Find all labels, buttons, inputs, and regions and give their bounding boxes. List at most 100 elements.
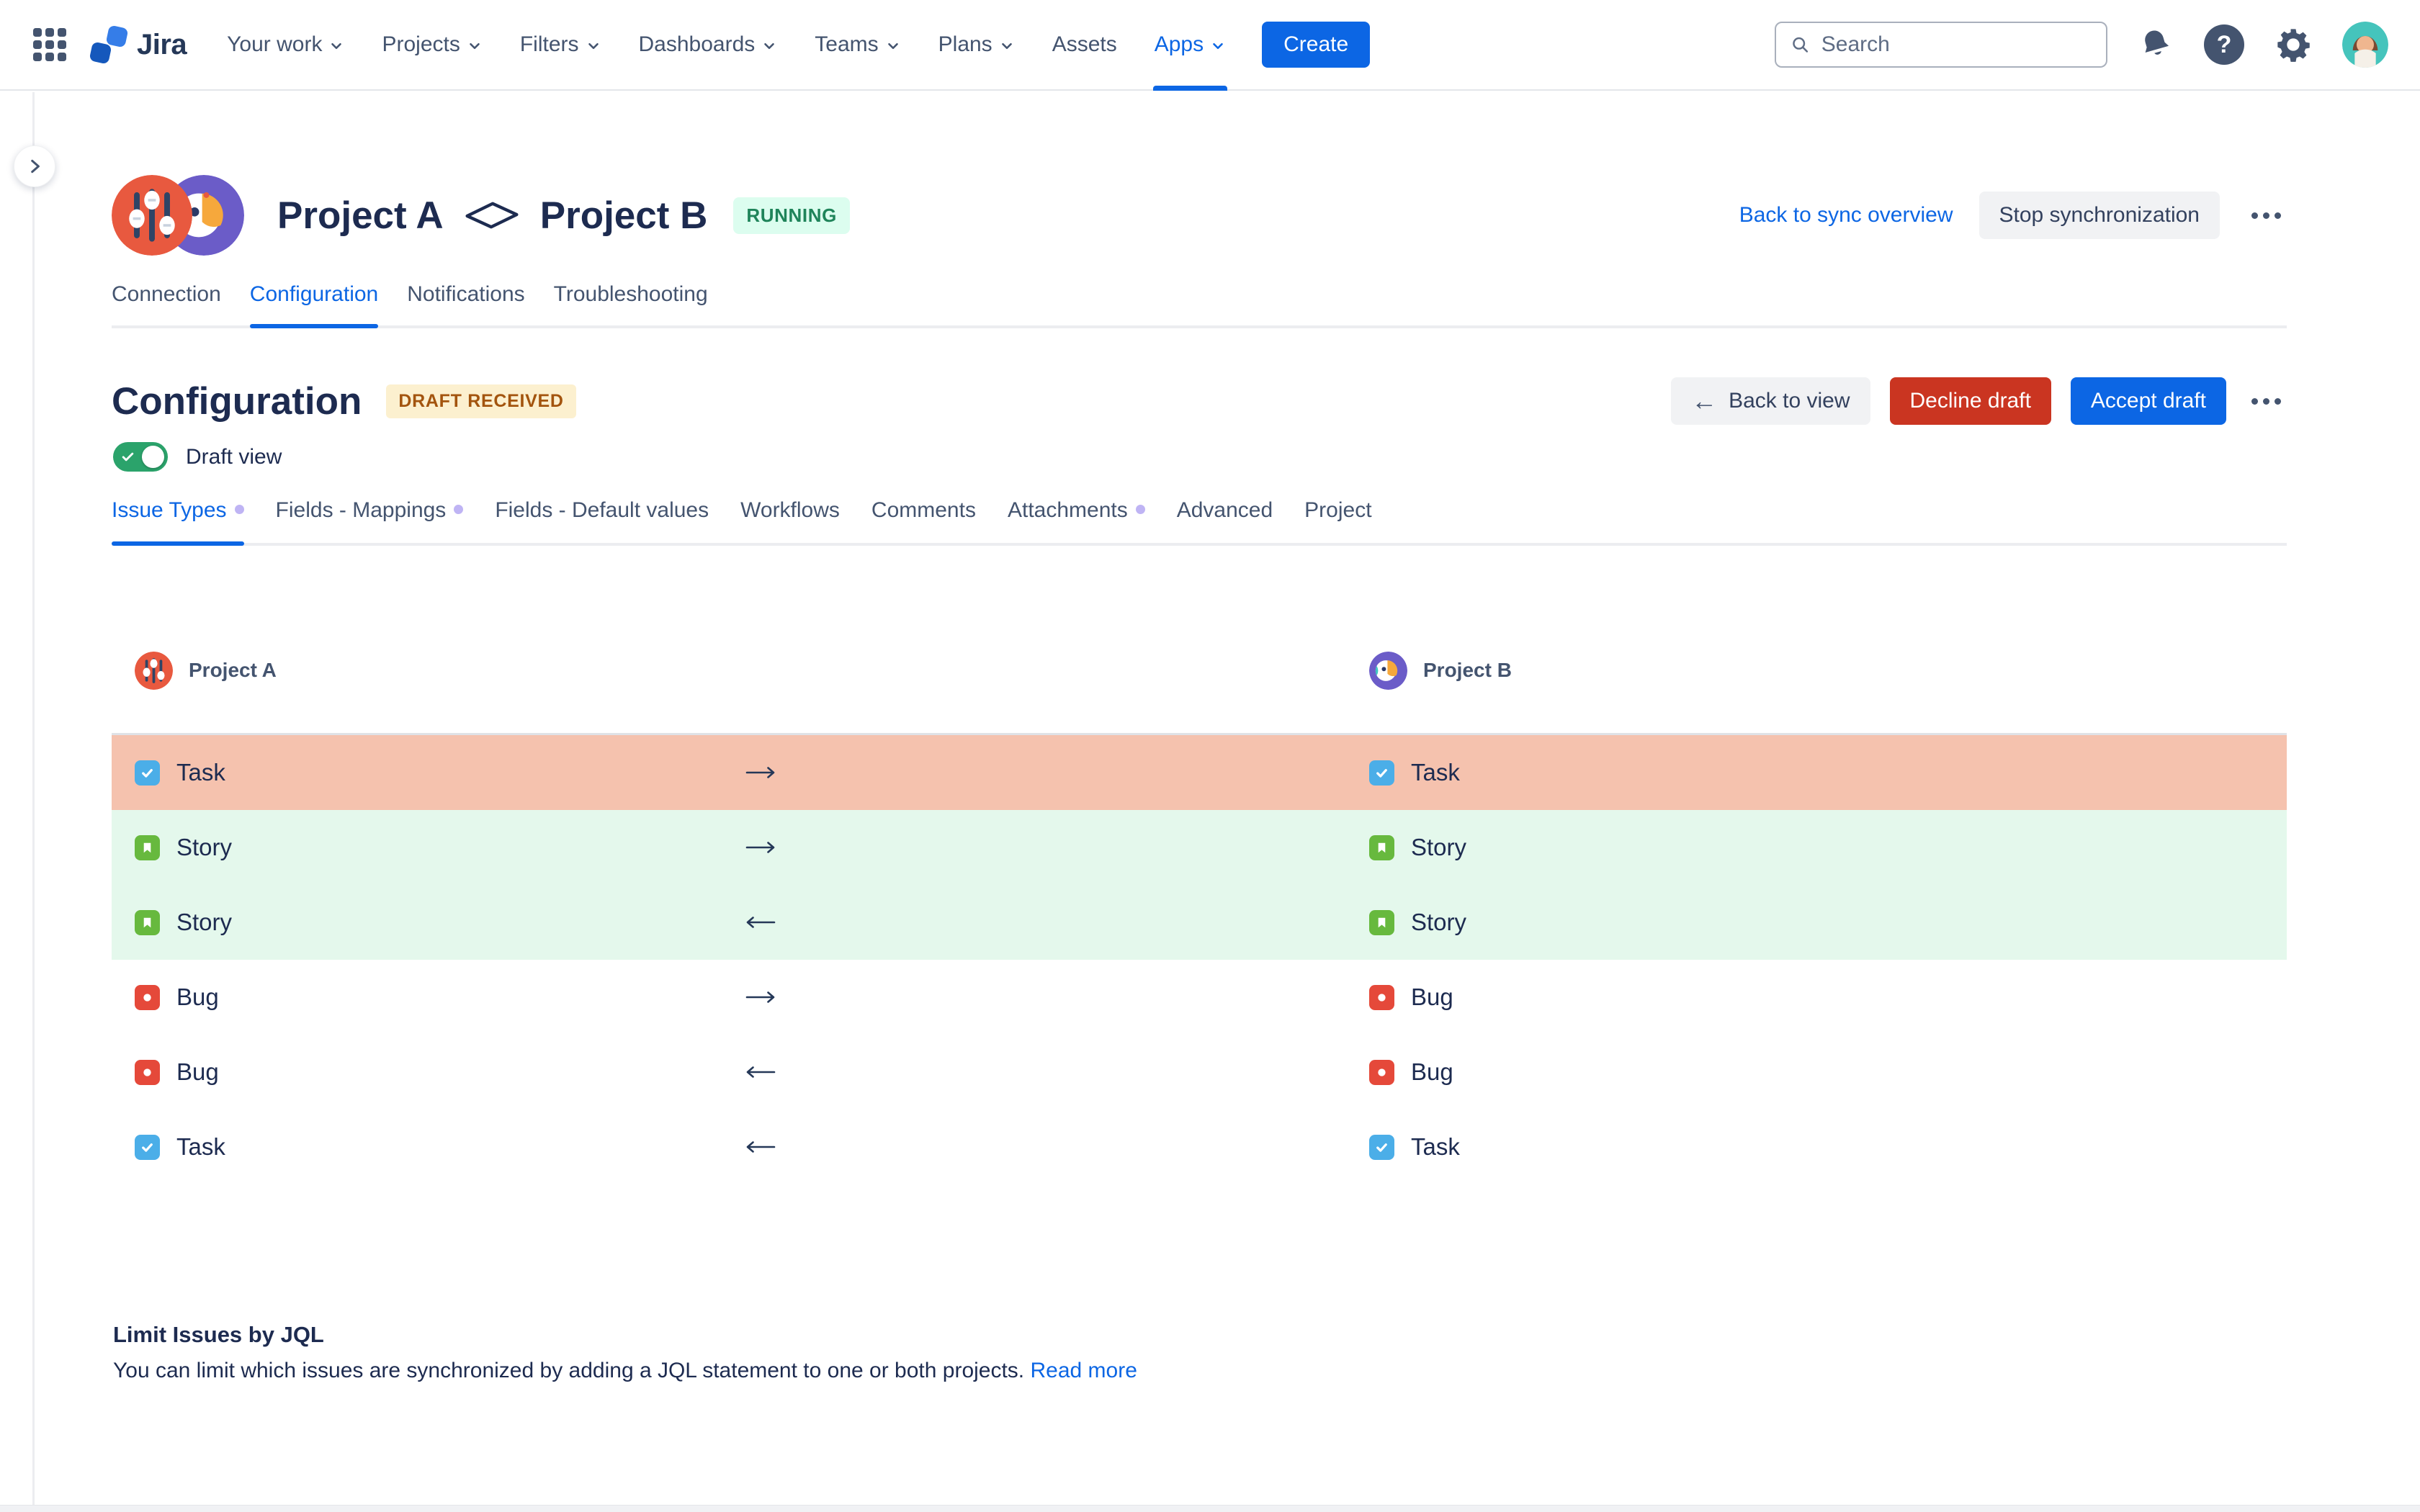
back-to-view-label: Back to view bbox=[1729, 389, 1850, 413]
mapping-row-story-3: StoryStory bbox=[112, 885, 2287, 960]
nav-right-group: ? bbox=[1775, 22, 2388, 68]
app-switcher-icon[interactable] bbox=[33, 28, 66, 61]
accept-draft-button[interactable]: Accept draft bbox=[2071, 377, 2226, 425]
back-to-view-button[interactable]: ← Back to view bbox=[1671, 377, 1870, 425]
jql-body-text: You can limit which issues are synchroni… bbox=[113, 1359, 1024, 1382]
read-more-link[interactable]: Read more bbox=[1031, 1359, 1137, 1382]
stop-synchronization-button[interactable]: Stop synchronization bbox=[1979, 192, 2220, 239]
nav-item-assets[interactable]: Assets bbox=[1052, 0, 1117, 89]
tab-label: Configuration bbox=[250, 282, 378, 307]
bell-icon bbox=[2133, 22, 2178, 67]
tab-advanced[interactable]: Advanced bbox=[1177, 498, 1273, 543]
sync-direction-arrow-icon bbox=[744, 1063, 777, 1081]
project-avatar-pair bbox=[112, 171, 247, 259]
nav-item-label: Teams bbox=[815, 32, 878, 57]
nav-item-dashboards[interactable]: Dashboards bbox=[639, 0, 778, 89]
right-issue-type-cell: Bug bbox=[1369, 960, 1453, 1035]
jql-section: Limit Issues by JQL You can limit which … bbox=[113, 1322, 2287, 1383]
bug-icon bbox=[135, 985, 160, 1010]
search-box[interactable] bbox=[1775, 22, 2107, 68]
mapping-row-bug-5: BugBug bbox=[112, 1035, 2287, 1110]
project-a-avatar-small bbox=[135, 652, 173, 690]
tab-label: Notifications bbox=[407, 282, 524, 307]
task-icon bbox=[1369, 760, 1394, 786]
bug-icon bbox=[1369, 985, 1394, 1010]
page-title: Project A Project B bbox=[277, 194, 707, 238]
nav-item-plans[interactable]: Plans bbox=[938, 0, 1015, 89]
back-to-sync-overview-link[interactable]: Back to sync overview bbox=[1739, 203, 1953, 228]
tab-label: Issue Types bbox=[112, 498, 227, 523]
tab-fields-default-values[interactable]: Fields - Default values bbox=[495, 498, 709, 543]
project-b-avatar-small bbox=[1369, 652, 1407, 690]
draft-more-menu-button[interactable] bbox=[2246, 388, 2287, 415]
left-arrow-icon: ← bbox=[1691, 388, 1717, 414]
task-icon bbox=[135, 1135, 160, 1160]
task-icon bbox=[135, 760, 160, 786]
project-b-name: Project B bbox=[540, 194, 708, 238]
decline-draft-button[interactable]: Decline draft bbox=[1890, 377, 2051, 425]
nav-item-your-work[interactable]: Your work bbox=[227, 0, 344, 89]
configuration-section-tabs: Issue Types Fields - Mappings Fields - Def… bbox=[112, 498, 2287, 546]
tab-project[interactable]: Project bbox=[1304, 498, 1371, 543]
story-icon-glyph bbox=[1373, 914, 1390, 931]
create-button[interactable]: Create bbox=[1262, 22, 1370, 68]
configuration-heading: Configuration bbox=[112, 379, 362, 423]
left-issue-type-cell: Task bbox=[135, 735, 225, 810]
jql-heading: Limit Issues by JQL bbox=[113, 1322, 2287, 1348]
chevron-down-icon bbox=[761, 38, 777, 54]
right-issue-type-cell: Task bbox=[1369, 1110, 1460, 1184]
search-input[interactable] bbox=[1820, 32, 2092, 58]
issue-type-label: Task bbox=[176, 1133, 225, 1161]
nav-item-teams[interactable]: Teams bbox=[815, 0, 900, 89]
bug-icon-glyph bbox=[139, 989, 156, 1006]
tab-workflows[interactable]: Workflows bbox=[740, 498, 840, 543]
configuration-header: Configuration DRAFT RECEIVED ← Back to v… bbox=[112, 370, 2287, 432]
nav-item-label: Your work bbox=[227, 32, 322, 57]
story-icon bbox=[135, 910, 160, 935]
sidebar-divider bbox=[32, 92, 35, 1512]
tab-configuration[interactable]: Configuration bbox=[250, 282, 378, 325]
nav-item-label: Plans bbox=[938, 32, 992, 57]
right-project-header: Project B bbox=[1369, 645, 1512, 696]
jql-description: You can limit which issues are synchroni… bbox=[113, 1359, 2287, 1383]
sync-direction-arrow-icon bbox=[744, 838, 777, 857]
chevron-down-icon bbox=[328, 38, 344, 54]
tab-label: Fields - Default values bbox=[495, 498, 709, 523]
tab-comments[interactable]: Comments bbox=[871, 498, 976, 543]
draft-view-toggle[interactable] bbox=[113, 442, 168, 472]
mapping-rows: TaskTaskStoryStoryStoryStoryBugBugBugBug… bbox=[112, 733, 2287, 1184]
help-button[interactable]: ? bbox=[2204, 24, 2244, 65]
tab-issue-types[interactable]: Issue Types bbox=[112, 498, 244, 543]
mapping-row-story-2: StoryStory bbox=[112, 810, 2287, 885]
user-avatar[interactable] bbox=[2342, 22, 2388, 68]
sync-diamond-icon bbox=[462, 197, 521, 233]
nav-item-apps[interactable]: Apps bbox=[1155, 0, 1226, 89]
notifications-button[interactable] bbox=[2138, 27, 2174, 63]
tab-connection[interactable]: Connection bbox=[112, 282, 221, 325]
settings-button[interactable] bbox=[2275, 26, 2312, 63]
tab-label: Troubleshooting bbox=[554, 282, 708, 307]
sync-direction-left bbox=[744, 1035, 777, 1110]
issue-type-label: Story bbox=[176, 834, 232, 861]
tab-troubleshooting[interactable]: Troubleshooting bbox=[554, 282, 708, 325]
chevron-down-icon bbox=[586, 38, 601, 54]
change-indicator-dot bbox=[235, 505, 244, 514]
tab-label: Project bbox=[1304, 498, 1371, 523]
left-issue-type-cell: Bug bbox=[135, 960, 219, 1035]
sidebar-expand-button[interactable] bbox=[14, 145, 55, 187]
tab-label: Comments bbox=[871, 498, 976, 523]
tab-label: Connection bbox=[112, 282, 221, 307]
jira-logo[interactable]: Jira bbox=[91, 27, 187, 63]
tab-notifications[interactable]: Notifications bbox=[407, 282, 524, 325]
nav-item-filters[interactable]: Filters bbox=[520, 0, 601, 89]
sync-direction-right bbox=[744, 960, 777, 1035]
nav-item-projects[interactable]: Projects bbox=[382, 0, 482, 89]
tab-attachments[interactable]: Attachments bbox=[1008, 498, 1145, 543]
tab-label: Advanced bbox=[1177, 498, 1273, 523]
project-a-avatar bbox=[112, 175, 192, 256]
tab-label: Workflows bbox=[740, 498, 840, 523]
left-project-name: Project A bbox=[189, 659, 277, 682]
tab-fields-mappings[interactable]: Fields - Mappings bbox=[276, 498, 464, 543]
header-more-menu-button[interactable] bbox=[2246, 202, 2287, 229]
issue-type-label: Bug bbox=[176, 1058, 219, 1086]
